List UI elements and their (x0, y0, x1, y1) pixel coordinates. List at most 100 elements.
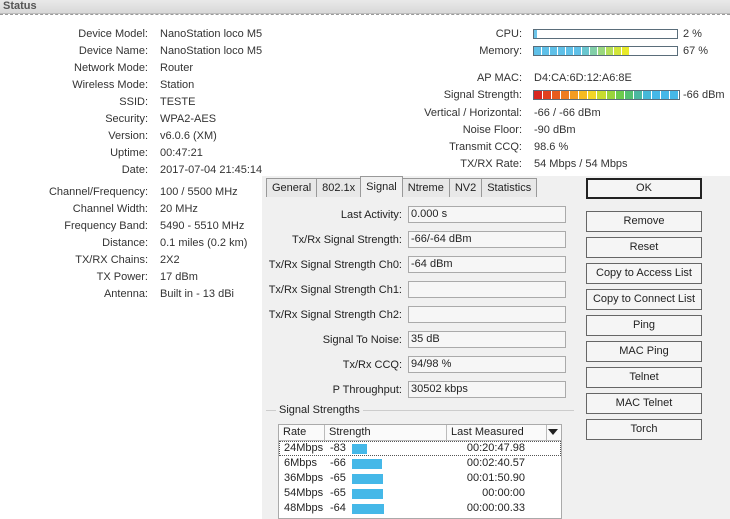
copy-to-access-list-button[interactable]: Copy to Access List (586, 263, 702, 284)
info-value: 00:47:21 (160, 147, 203, 159)
tab-ntreme[interactable]: Ntreme (401, 178, 450, 197)
info-value: 20 MHz (160, 203, 198, 215)
field-label: Tx/Rx Signal Strength Ch0: (268, 259, 402, 271)
field-value: 35 dB (408, 331, 566, 348)
table-row[interactable]: 24Mbps -83 00:20:47.98 (279, 441, 561, 456)
info-value: 2X2 (160, 254, 180, 266)
info-label: Version: (108, 130, 148, 142)
field-value: 0.000 s (408, 206, 566, 223)
rate-cell: 24Mbps (284, 442, 324, 454)
info-value: WPA2-AES (160, 113, 217, 125)
last-measured-cell: 00:01:50.90 (466, 472, 525, 484)
tab-general[interactable]: General (266, 178, 318, 197)
info-label: Wireless Mode: (72, 79, 148, 91)
signal-strengths-table[interactable]: Rate Strength Last Measured 24Mbps -83 00:… (278, 424, 562, 519)
ap-mac-label: AP MAC: (476, 72, 522, 84)
column-strength[interactable]: Strength (325, 425, 447, 440)
tab-nv2[interactable]: NV2 (448, 178, 483, 197)
status-header: Status (0, 0, 730, 14)
signal-strength-value: -66 dBm (683, 89, 725, 101)
table-row[interactable]: 54Mbps -65 00:00:00 (279, 486, 561, 501)
strength-bar (352, 459, 382, 469)
tab-8021x[interactable]: 802.1x (316, 178, 362, 197)
telnet-button[interactable]: Telnet (586, 367, 702, 388)
last-measured-cell: 00:00:00 (482, 487, 525, 499)
table-row[interactable]: 36Mbps -65 00:01:50.90 (279, 471, 561, 486)
column-last-measured[interactable]: Last Measured (447, 425, 547, 440)
info-label: Device Model: (78, 28, 148, 40)
info-label: Channel Width: (72, 203, 148, 215)
info-value: -90 dBm (534, 124, 576, 136)
cpu-meter (533, 29, 678, 39)
info-value: 54 Mbps / 54 Mbps (534, 158, 628, 170)
rate-cell: 6Mbps (284, 457, 318, 469)
info-value: TESTE (160, 96, 196, 108)
memory-value: 67 % (683, 45, 709, 57)
column-rate[interactable]: Rate (279, 425, 325, 440)
cpu-label: CPU: (495, 28, 522, 40)
tab-signal[interactable]: Signal (360, 176, 403, 197)
info-value: 17 dBm (160, 271, 198, 283)
strength-bar (352, 444, 367, 454)
field-label: Tx/Rx Signal Strength: (291, 234, 402, 246)
field-label: Tx/Rx CCQ: (342, 359, 402, 371)
info-label: Noise Floor: (462, 124, 522, 136)
tab-statistics[interactable]: Statistics (481, 178, 538, 197)
info-value: Station (160, 79, 195, 91)
info-value: v6.0.6 (XM) (160, 130, 217, 142)
strength-cell: -65 (330, 487, 346, 499)
info-value: NanoStation loco M5 (160, 45, 263, 57)
field-value: 94/98 % (408, 356, 566, 373)
signal-strength-label: Signal Strength: (443, 89, 522, 101)
info-label: Device Name: (78, 45, 148, 57)
info-value: 5490 - 5510 MHz (160, 220, 245, 232)
info-value: 0.1 miles (0.2 km) (160, 237, 248, 249)
field-label: Tx/Rx Signal Strength Ch2: (268, 309, 402, 321)
ok-button[interactable]: OK (586, 178, 702, 199)
field-value (408, 306, 566, 323)
info-label: Date: (121, 164, 148, 176)
rate-cell: 36Mbps (284, 472, 324, 484)
info-label: Distance: (102, 237, 148, 249)
strength-bar (352, 474, 383, 484)
info-value: NanoStation loco M5 (160, 28, 263, 40)
signal-strengths-title: Signal Strengths (276, 404, 363, 417)
strength-cell: -65 (330, 472, 346, 484)
table-row[interactable]: 6Mbps -66 00:02:40.57 (279, 456, 561, 471)
torch-button[interactable]: Torch (586, 419, 702, 440)
field-label: Tx/Rx Signal Strength Ch1: (268, 284, 402, 296)
info-value: 98.6 % (534, 141, 569, 153)
strength-bar (352, 504, 384, 514)
rate-cell: 48Mbps (284, 502, 324, 514)
chevron-down-icon (548, 429, 558, 435)
header-divider (0, 14, 730, 16)
info-value: 100 / 5500 MHz (160, 186, 238, 198)
tab-bar: General 802.1x Signal Ntreme NV2 Statistics (266, 176, 538, 197)
mac-telnet-button[interactable]: MAC Telnet (586, 393, 702, 414)
info-label: Network Mode: (74, 62, 148, 74)
info-label: Antenna: (103, 288, 148, 300)
rate-cell: 54Mbps (284, 487, 324, 499)
info-label: Channel/Frequency: (48, 186, 148, 198)
strength-bar (352, 489, 383, 499)
info-label: TX/RX Rate: (460, 158, 522, 170)
remove-button[interactable]: Remove (586, 211, 702, 232)
field-label: Signal To Noise: (322, 334, 402, 346)
copy-to-connect-list-button[interactable]: Copy to Connect List (586, 289, 702, 310)
mac-ping-button[interactable]: MAC Ping (586, 341, 702, 362)
field-value (408, 281, 566, 298)
info-value: Built in - 13 dBi (160, 288, 234, 300)
info-label: Uptime: (110, 147, 148, 159)
table-row[interactable]: 48Mbps -64 00:00:00.33 (279, 501, 561, 516)
info-value: Router (160, 62, 194, 74)
info-label: TX/RX Chains: (75, 254, 148, 266)
column-menu-button[interactable] (547, 425, 561, 440)
strength-cell: -64 (330, 502, 346, 514)
field-label: P Throughput: (332, 384, 402, 396)
info-label: Vertical / Horizontal: (424, 107, 522, 119)
reset-button[interactable]: Reset (586, 237, 702, 258)
info-label: Frequency Band: (64, 220, 148, 232)
ap-mac-value: D4:CA:6D:12:A6:8E (534, 72, 632, 84)
field-value: 30502 kbps (408, 381, 566, 398)
ping-button[interactable]: Ping (586, 315, 702, 336)
